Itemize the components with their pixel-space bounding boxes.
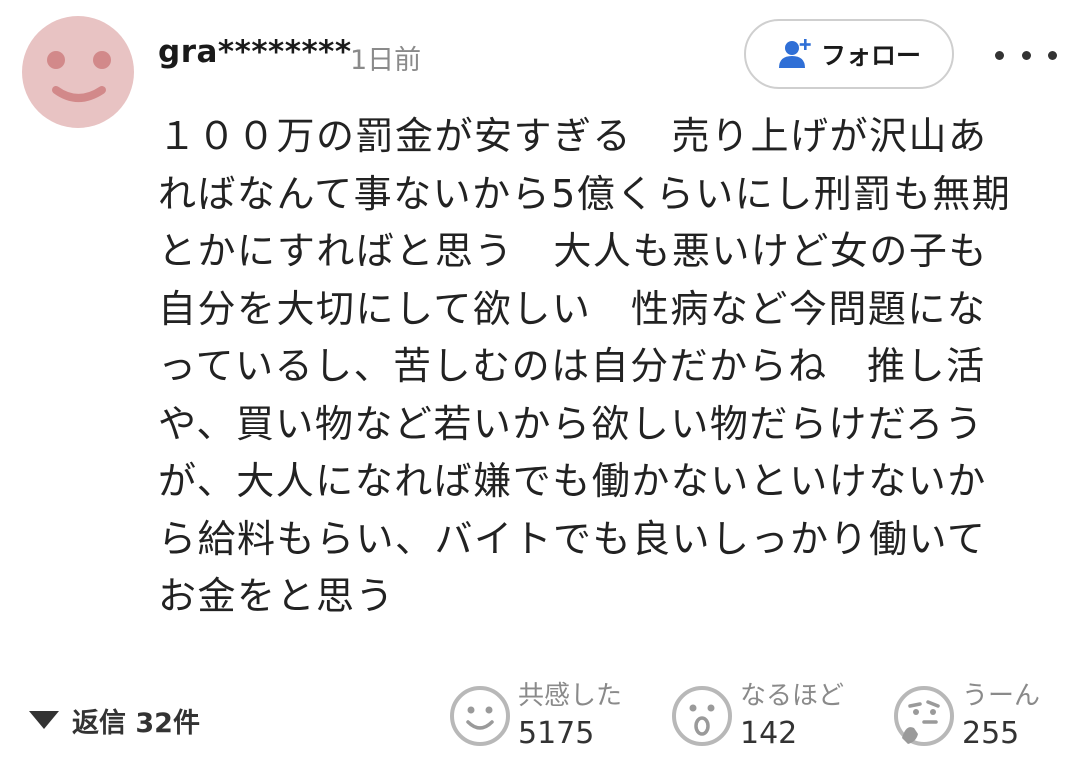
reaction-insight-button[interactable]: なるほど 142 [670,676,844,756]
replies-toggle[interactable]: 返信 32件 [28,700,200,740]
reaction-label: なるほど [740,681,845,711]
caret-down-icon [29,711,59,729]
reaction-label: うーん [962,681,1041,711]
smiley-avatar-icon [47,51,111,102]
add-person-icon [778,39,811,68]
reaction-hmm-button[interactable]: うーん 255 [892,676,1040,756]
surprised-face-icon [672,686,732,746]
comment-body: １００万の罰金が安すぎる 売り上げが沢山あ ればなんて事ないから5億くらいにし刑… [158,114,1012,618]
reaction-empathy-button[interactable]: 共感した 5175 [448,676,622,756]
reaction-count: 255 [962,716,1020,751]
more-dot-icon [1021,50,1031,60]
reaction-label: 共感した [518,681,623,711]
timestamp: 1日前 [350,45,422,76]
thinking-face-icon [894,686,954,746]
avatar[interactable] [22,16,134,128]
more-dot-icon [1048,50,1057,60]
reaction-count: 142 [740,716,798,751]
follow-button-label: フォロー [820,41,921,70]
follow-button[interactable]: フォロー [744,19,954,89]
more-options-button[interactable] [995,38,1057,72]
replies-label: 返信 32件 [72,707,200,739]
smile-face-icon [450,686,510,746]
reaction-count: 5175 [518,716,595,751]
more-dot-icon [995,50,1004,60]
username[interactable]: gra******** [158,34,352,70]
